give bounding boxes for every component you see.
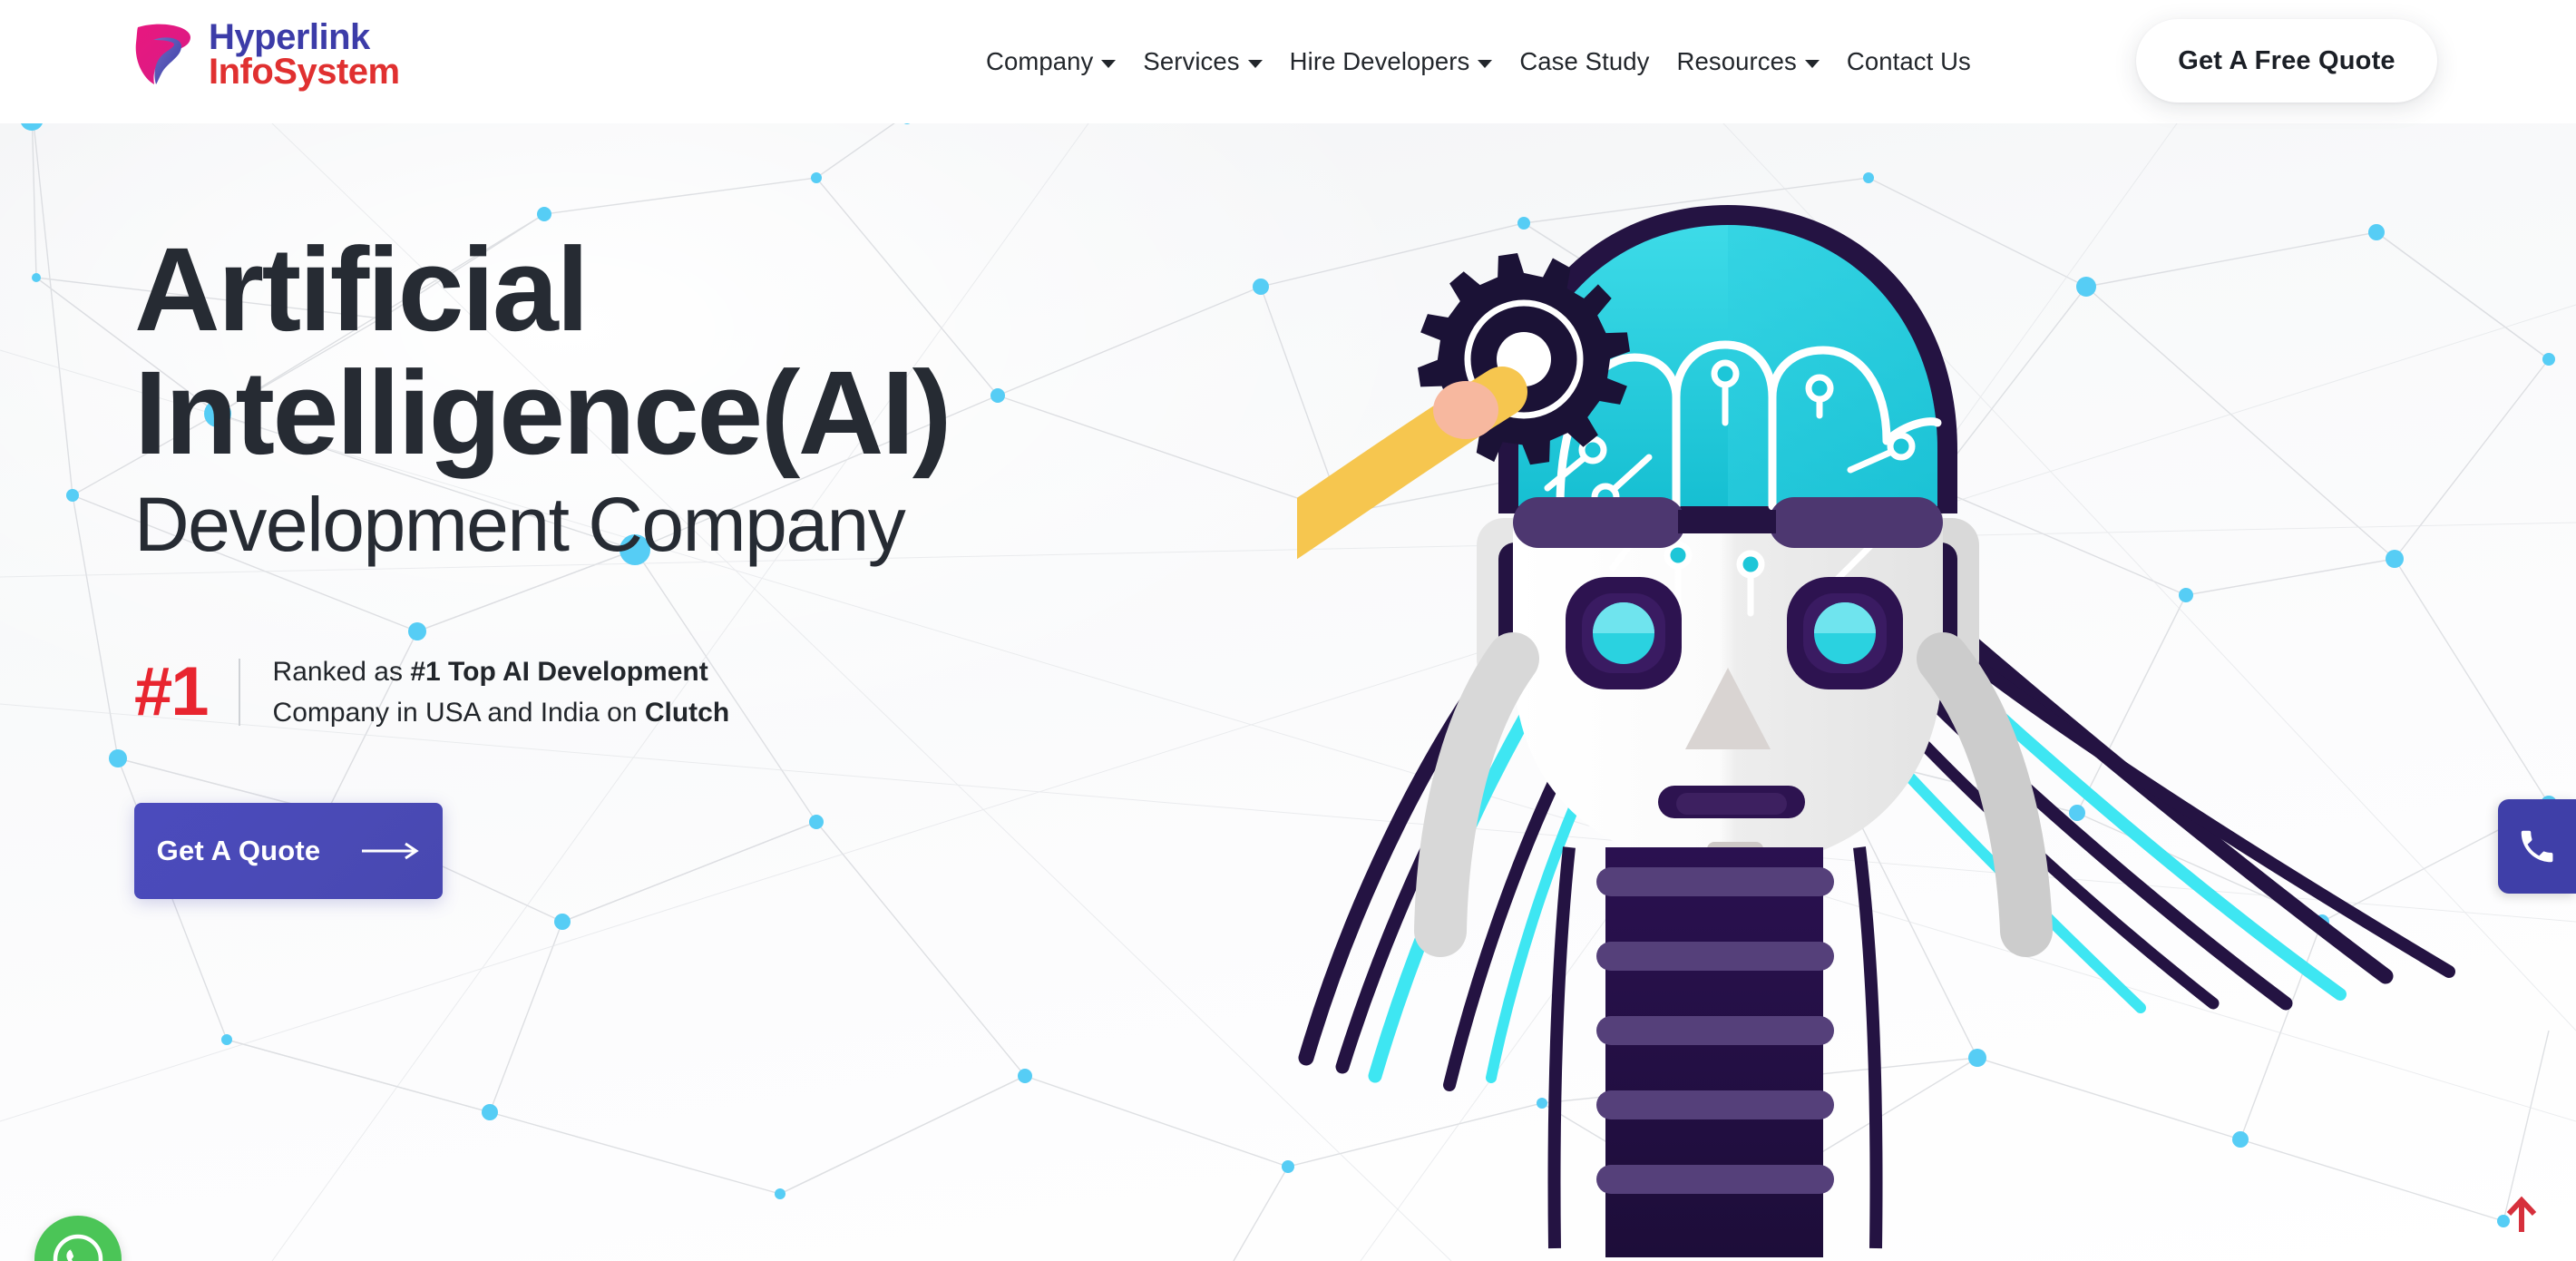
hero-copy: Artificial Intelligence(AI) Development … (134, 227, 951, 899)
phone-call-button[interactable] (2498, 799, 2576, 894)
arrow-up-icon (2506, 1196, 2537, 1232)
nav-item-hire-developers[interactable]: Hire Developers (1276, 0, 1507, 123)
logo-line2: InfoSystem (209, 52, 400, 93)
nav-label: Hire Developers (1289, 47, 1470, 75)
ranking-row: #1 Ranked as #1 Top AI Development Compa… (134, 651, 950, 734)
cta-label: Get A Quote (156, 834, 321, 866)
hero-subtitle: Development Company (134, 482, 906, 568)
hyperlink-swoosh-icon (135, 24, 190, 85)
scroll-to-top-button[interactable] (2502, 1187, 2542, 1234)
chevron-down-icon (1804, 59, 1820, 68)
nav-item-company[interactable]: Company (972, 0, 1129, 123)
hero-section: Artificial Intelligence(AI) Development … (0, 123, 2576, 1261)
logo-wordmark: Hyperlink InfoSystem (209, 17, 400, 93)
chevron-down-icon (1101, 59, 1117, 68)
rank-line1-prefix: Ranked as (272, 656, 411, 687)
main-navigation: Company Services Hire Developers Case St… (972, 0, 1985, 123)
logo-line1: Hyperlink (209, 17, 370, 57)
chevron-down-icon (1247, 59, 1263, 68)
rank-divider (238, 659, 240, 727)
nav-label: Resources (1676, 47, 1797, 75)
hero-title-line2: Intelligence(AI) (134, 346, 951, 480)
rank-line2-prefix: Company in USA and India on (272, 698, 645, 728)
rank-line1-bold: #1 Top AI Development (410, 656, 708, 687)
logo[interactable]: Hyperlink InfoSystem (134, 17, 400, 93)
ai-robot-illustration (1297, 205, 2455, 1257)
nav-item-case-study[interactable]: Case Study (1506, 0, 1663, 123)
nav-label: Services (1143, 47, 1240, 75)
nav-item-contact-us[interactable]: Contact Us (1833, 0, 1985, 123)
nav-label: Contact Us (1846, 47, 1971, 75)
get-a-free-quote-button[interactable]: Get A Free Quote (2136, 19, 2437, 103)
page-title: Artificial Intelligence(AI) (134, 227, 951, 474)
arrow-right-icon (362, 842, 420, 859)
nav-item-resources[interactable]: Resources (1664, 0, 1833, 123)
chevron-down-icon (1478, 59, 1493, 68)
nav-label: Case Study (1519, 47, 1650, 75)
quote-button-label: Get A Free Quote (2178, 45, 2395, 75)
hero-title-line1: Artificial (134, 222, 590, 356)
ranking-text: Ranked as #1 Top AI Development Company … (273, 651, 730, 734)
nav-label: Company (986, 47, 1094, 75)
phone-icon (2521, 830, 2553, 863)
whatsapp-icon (53, 1234, 103, 1261)
rank-line2-bold: Clutch (644, 698, 730, 728)
get-a-quote-button[interactable]: Get A Quote (134, 802, 443, 899)
nav-item-services[interactable]: Services (1129, 0, 1275, 123)
rank-badge: #1 (134, 653, 210, 731)
site-header: Hyperlink InfoSystem Company Services Hi… (0, 0, 2576, 123)
